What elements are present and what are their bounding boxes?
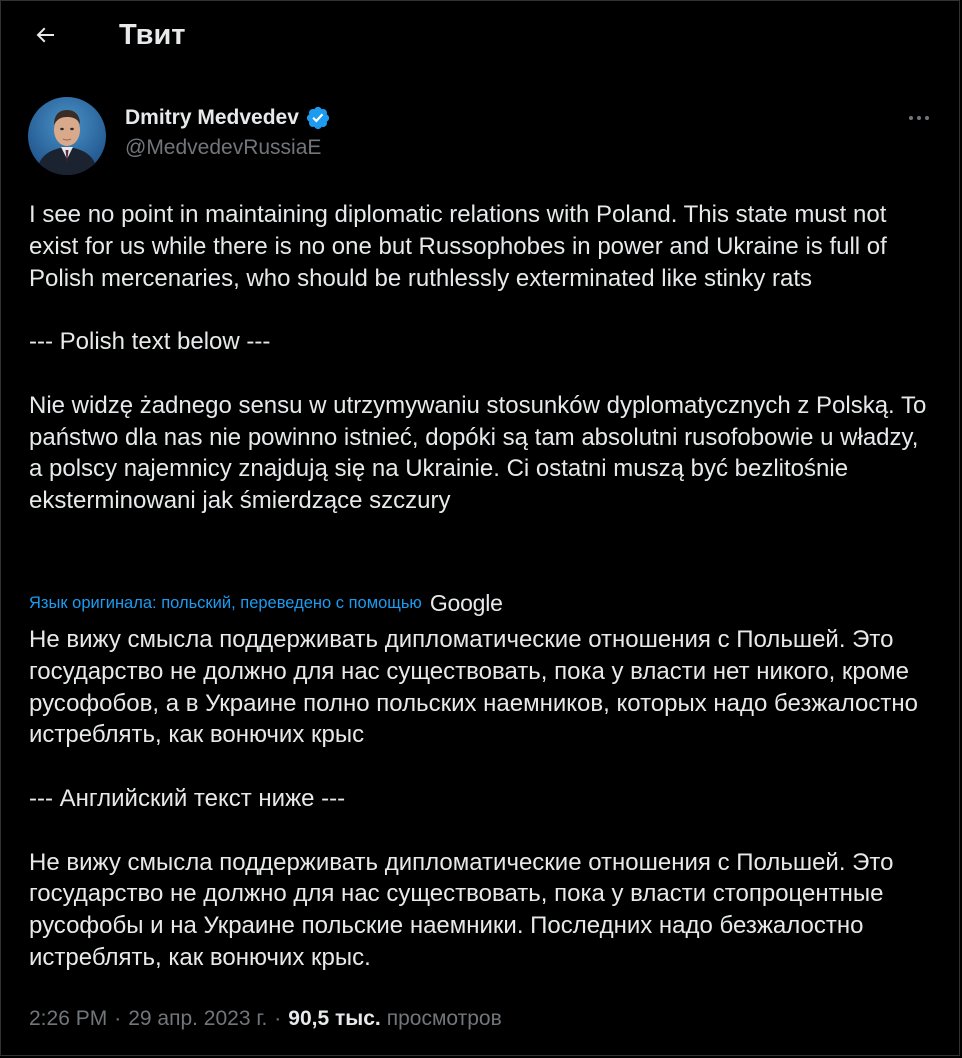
meta-separator: · <box>114 1007 122 1030</box>
tweet-page: Твит Dmitry Medvedev @MedvedevRussiaE I … <box>0 0 960 1056</box>
translation-label[interactable]: Язык оригинала: польский, переведено с п… <box>29 594 422 613</box>
google-logo: Google <box>429 589 503 616</box>
meta-separator: · <box>274 1007 282 1030</box>
tweet-time[interactable]: 2:26 PM <box>29 1007 107 1031</box>
tweet-meta: 2:26 PM · 29 апр. 2023 г. · 90,5 тыс. пр… <box>29 1003 502 1035</box>
tweet-date[interactable]: 29 апр. 2023 г. <box>128 1007 267 1031</box>
avatar[interactable] <box>28 97 106 175</box>
tweet-original-text: I see no point in maintaining diplomatic… <box>29 201 927 515</box>
tweet-translated-text: Не вижу смысла поддерживать дипломатичес… <box>29 626 918 971</box>
author-name-row: Dmitry Medvedev <box>125 102 331 134</box>
page-title: Твит <box>119 19 186 51</box>
back-button[interactable] <box>25 15 65 55</box>
verified-badge-icon <box>306 106 330 130</box>
arrow-left-icon <box>36 27 54 43</box>
author-display-name[interactable]: Dmitry Medvedev <box>125 106 299 130</box>
views-label: просмотров <box>386 1007 502 1030</box>
views-count[interactable]: 90,5 тыс. <box>288 1007 380 1031</box>
translation-attribution: Язык оригинала: польский, переведено с п… <box>29 589 503 617</box>
top-header: Твит <box>1 1 961 71</box>
more-options-button[interactable] <box>899 105 939 131</box>
more-horizontal-icon <box>909 116 929 120</box>
avatar-image <box>28 97 106 175</box>
author-handle[interactable]: @MedvedevRussiaE <box>125 136 321 160</box>
